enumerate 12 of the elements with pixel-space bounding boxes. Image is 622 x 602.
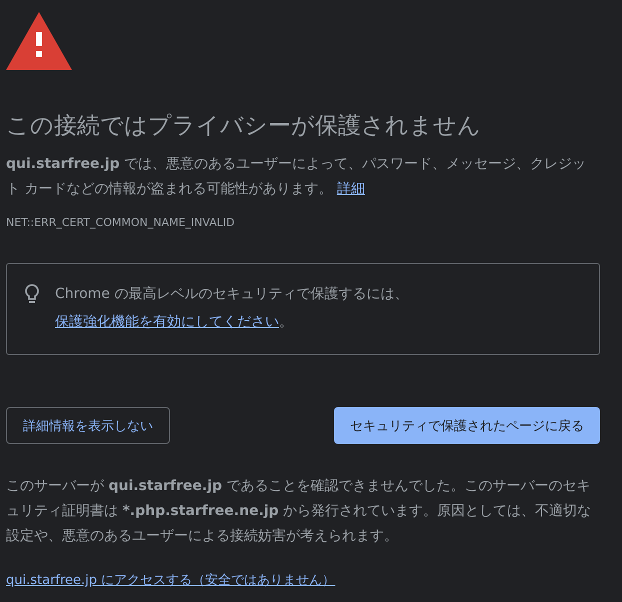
details-link[interactable]: 詳細: [336, 181, 365, 197]
warning-message: qui.starfree.jp では、悪意のあるユーザーによって、パスワード、メッセージ、クレジット カードなどの情報が盗まれる可能性があります。 詳細: [6, 155, 588, 199]
tip-text: Chrome の最高レベルのセキュリティで保護するには、 保護強化機能を有効にしてください。: [55, 285, 410, 332]
error-code: NET::ERR_CERT_COMMON_NAME_INVALID: [6, 216, 236, 229]
enhanced-protection-link[interactable]: 保護強化機能を有効にしてください: [55, 314, 279, 330]
proceed-link[interactable]: qui.starfree.jp にアクセスする（安全ではありません）: [6, 571, 336, 589]
back-to-safety-button[interactable]: セキュリティで保護されたページに戻る: [334, 407, 600, 444]
warning-icon: [6, 12, 72, 70]
lightbulb-icon: [25, 284, 39, 304]
hide-details-button[interactable]: 詳細情報を表示しない: [6, 407, 170, 444]
details-text: このサーバーが qui.starfree.jp であることを確認できませんでした。このサーバーのセキュリティ証明書は *.php.starfree.ne.jp から発行されています。原因としては、不適切な設定や、悪意のあるユーザーによる接続妨害が考えられます。: [6, 477, 592, 546]
page-heading: この接続ではプライバシーが保護されません: [6, 112, 482, 141]
